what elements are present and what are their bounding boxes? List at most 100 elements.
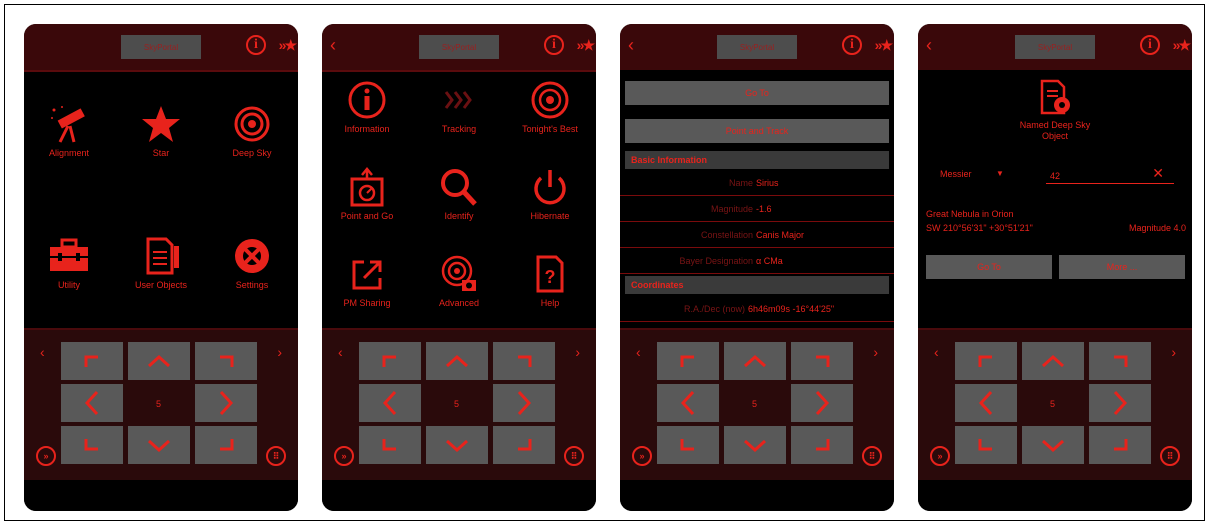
keypad-icon[interactable]: ⠿	[564, 446, 584, 466]
menu-item-label: Utility	[58, 280, 80, 290]
move-down-right-button[interactable]	[791, 426, 853, 464]
point-and-track-button[interactable]: Point and Track	[625, 119, 889, 143]
move-left-button[interactable]	[61, 384, 123, 422]
tracking-star-icon[interactable]: »★	[279, 37, 297, 54]
top-bar: ‹ SkyPortal i »★	[620, 24, 894, 70]
move-up-button[interactable]	[128, 342, 190, 380]
title-button[interactable]: SkyPortal	[1015, 35, 1095, 59]
move-left-button[interactable]	[955, 384, 1017, 422]
title-button[interactable]: SkyPortal	[121, 35, 201, 59]
menu-item-help[interactable]: ? Help	[505, 254, 595, 308]
move-right-button[interactable]	[1089, 384, 1151, 422]
menu-item-tonights-best[interactable]: Tonight's Best	[505, 80, 595, 134]
goto-button[interactable]: Go To	[926, 255, 1052, 279]
menu-item-point-and-go[interactable]: Point and Go	[322, 167, 412, 221]
info-icon[interactable]: i	[544, 35, 564, 55]
move-up-right-button[interactable]	[1089, 342, 1151, 380]
divider	[322, 70, 596, 72]
move-down-right-button[interactable]	[493, 426, 555, 464]
move-down-left-button[interactable]	[955, 426, 1017, 464]
pad-prev-arrow[interactable]: ‹	[934, 344, 939, 360]
user-objects-icon	[146, 237, 179, 275]
move-up-right-button[interactable]	[195, 342, 257, 380]
move-down-button[interactable]	[128, 426, 190, 464]
pad-next-arrow[interactable]: ›	[277, 344, 282, 360]
move-down-button[interactable]	[1022, 426, 1084, 464]
menu-item-advanced[interactable]: Advanced	[414, 254, 504, 308]
move-up-button[interactable]	[426, 342, 488, 380]
speed-value[interactable]: 5	[1050, 399, 1055, 409]
title-button[interactable]: SkyPortal	[419, 35, 499, 59]
galaxy-icon	[234, 106, 270, 142]
menu-item-tracking[interactable]: Tracking	[414, 80, 504, 134]
info-icon[interactable]: i	[1140, 35, 1160, 55]
menu-item-user-objects[interactable]: User Objects	[116, 236, 206, 290]
move-up-left-button[interactable]	[359, 342, 421, 380]
pad-next-arrow[interactable]: ›	[1171, 344, 1176, 360]
move-up-right-button[interactable]	[493, 342, 555, 380]
move-down-button[interactable]	[426, 426, 488, 464]
menu-item-settings[interactable]: Settings	[207, 236, 297, 290]
back-arrow-icon[interactable]: ‹	[926, 36, 932, 54]
move-up-left-button[interactable]	[955, 342, 1017, 380]
title-button[interactable]: SkyPortal	[717, 35, 797, 59]
back-arrow-icon[interactable]: ‹	[628, 36, 634, 54]
collapse-icon[interactable]: »	[632, 446, 652, 466]
move-down-left-button[interactable]	[61, 426, 123, 464]
menu-item-hibernate[interactable]: Hibernate	[505, 167, 595, 221]
menu-item-pm-sharing[interactable]: PM Sharing	[322, 254, 412, 308]
move-up-button[interactable]	[1022, 342, 1084, 380]
speed-value[interactable]: 5	[156, 399, 161, 409]
back-arrow-icon[interactable]: ‹	[330, 36, 336, 54]
move-right-button[interactable]	[195, 384, 257, 422]
move-down-right-button[interactable]	[195, 426, 257, 464]
menu-item-label: Deep Sky	[232, 148, 272, 158]
move-right-button[interactable]	[791, 384, 853, 422]
collapse-icon[interactable]: »	[36, 446, 56, 466]
menu-item-deep-sky[interactable]: Deep Sky	[207, 104, 297, 158]
tracking-star-icon[interactable]: »★	[1173, 37, 1191, 54]
move-left-button[interactable]	[359, 384, 421, 422]
top-bar: SkyPortal i »★	[24, 24, 298, 70]
menu-item-star[interactable]: Star	[116, 104, 206, 158]
move-right-button[interactable]	[493, 384, 555, 422]
speed-value[interactable]: 5	[752, 399, 757, 409]
chevron-down-icon[interactable]: ▼	[996, 169, 1004, 178]
menu-item-alignment[interactable]: Alignment	[24, 104, 114, 158]
move-down-left-button[interactable]	[657, 426, 719, 464]
pad-next-arrow[interactable]: ›	[575, 344, 580, 360]
tracking-star-icon[interactable]: »★	[577, 37, 595, 54]
pad-next-arrow[interactable]: ›	[873, 344, 878, 360]
info-icon[interactable]: i	[842, 35, 862, 55]
move-up-right-button[interactable]	[791, 342, 853, 380]
move-up-left-button[interactable]	[657, 342, 719, 380]
move-down-right-button[interactable]	[1089, 426, 1151, 464]
menu-item-information[interactable]: Information	[322, 80, 412, 134]
move-left-button[interactable]	[657, 384, 719, 422]
move-up-button[interactable]	[724, 342, 786, 380]
keypad-icon[interactable]: ⠿	[862, 446, 882, 466]
clear-icon[interactable]: ✕	[1152, 165, 1164, 182]
bottom-bar	[322, 480, 596, 511]
pad-prev-arrow[interactable]: ‹	[338, 344, 343, 360]
pad-prev-arrow[interactable]: ‹	[40, 344, 45, 360]
search-input[interactable]: 42 ✕	[1046, 165, 1174, 184]
collapse-icon[interactable]: »	[930, 446, 950, 466]
goto-button[interactable]: Go To	[625, 81, 889, 105]
more-button[interactable]: More ...	[1059, 255, 1185, 279]
pad-prev-arrow[interactable]: ‹	[636, 344, 641, 360]
move-down-button[interactable]	[724, 426, 786, 464]
tracking-star-icon[interactable]: »★	[875, 37, 893, 54]
speed-value[interactable]: 5	[454, 399, 459, 409]
menu-item-utility[interactable]: Utility	[24, 236, 114, 290]
catalog-select[interactable]: Messier	[940, 169, 972, 179]
collapse-icon[interactable]: »	[334, 446, 354, 466]
move-up-left-button[interactable]	[61, 342, 123, 380]
info-icon	[348, 81, 386, 119]
keypad-icon[interactable]: ⠿	[1160, 446, 1180, 466]
phone-screen-object-menu: ‹ SkyPortal i »★ Information Tracking To…	[322, 24, 596, 511]
move-down-left-button[interactable]	[359, 426, 421, 464]
info-icon[interactable]: i	[246, 35, 266, 55]
menu-item-identify[interactable]: Identify	[414, 167, 504, 221]
keypad-icon[interactable]: ⠿	[266, 446, 286, 466]
